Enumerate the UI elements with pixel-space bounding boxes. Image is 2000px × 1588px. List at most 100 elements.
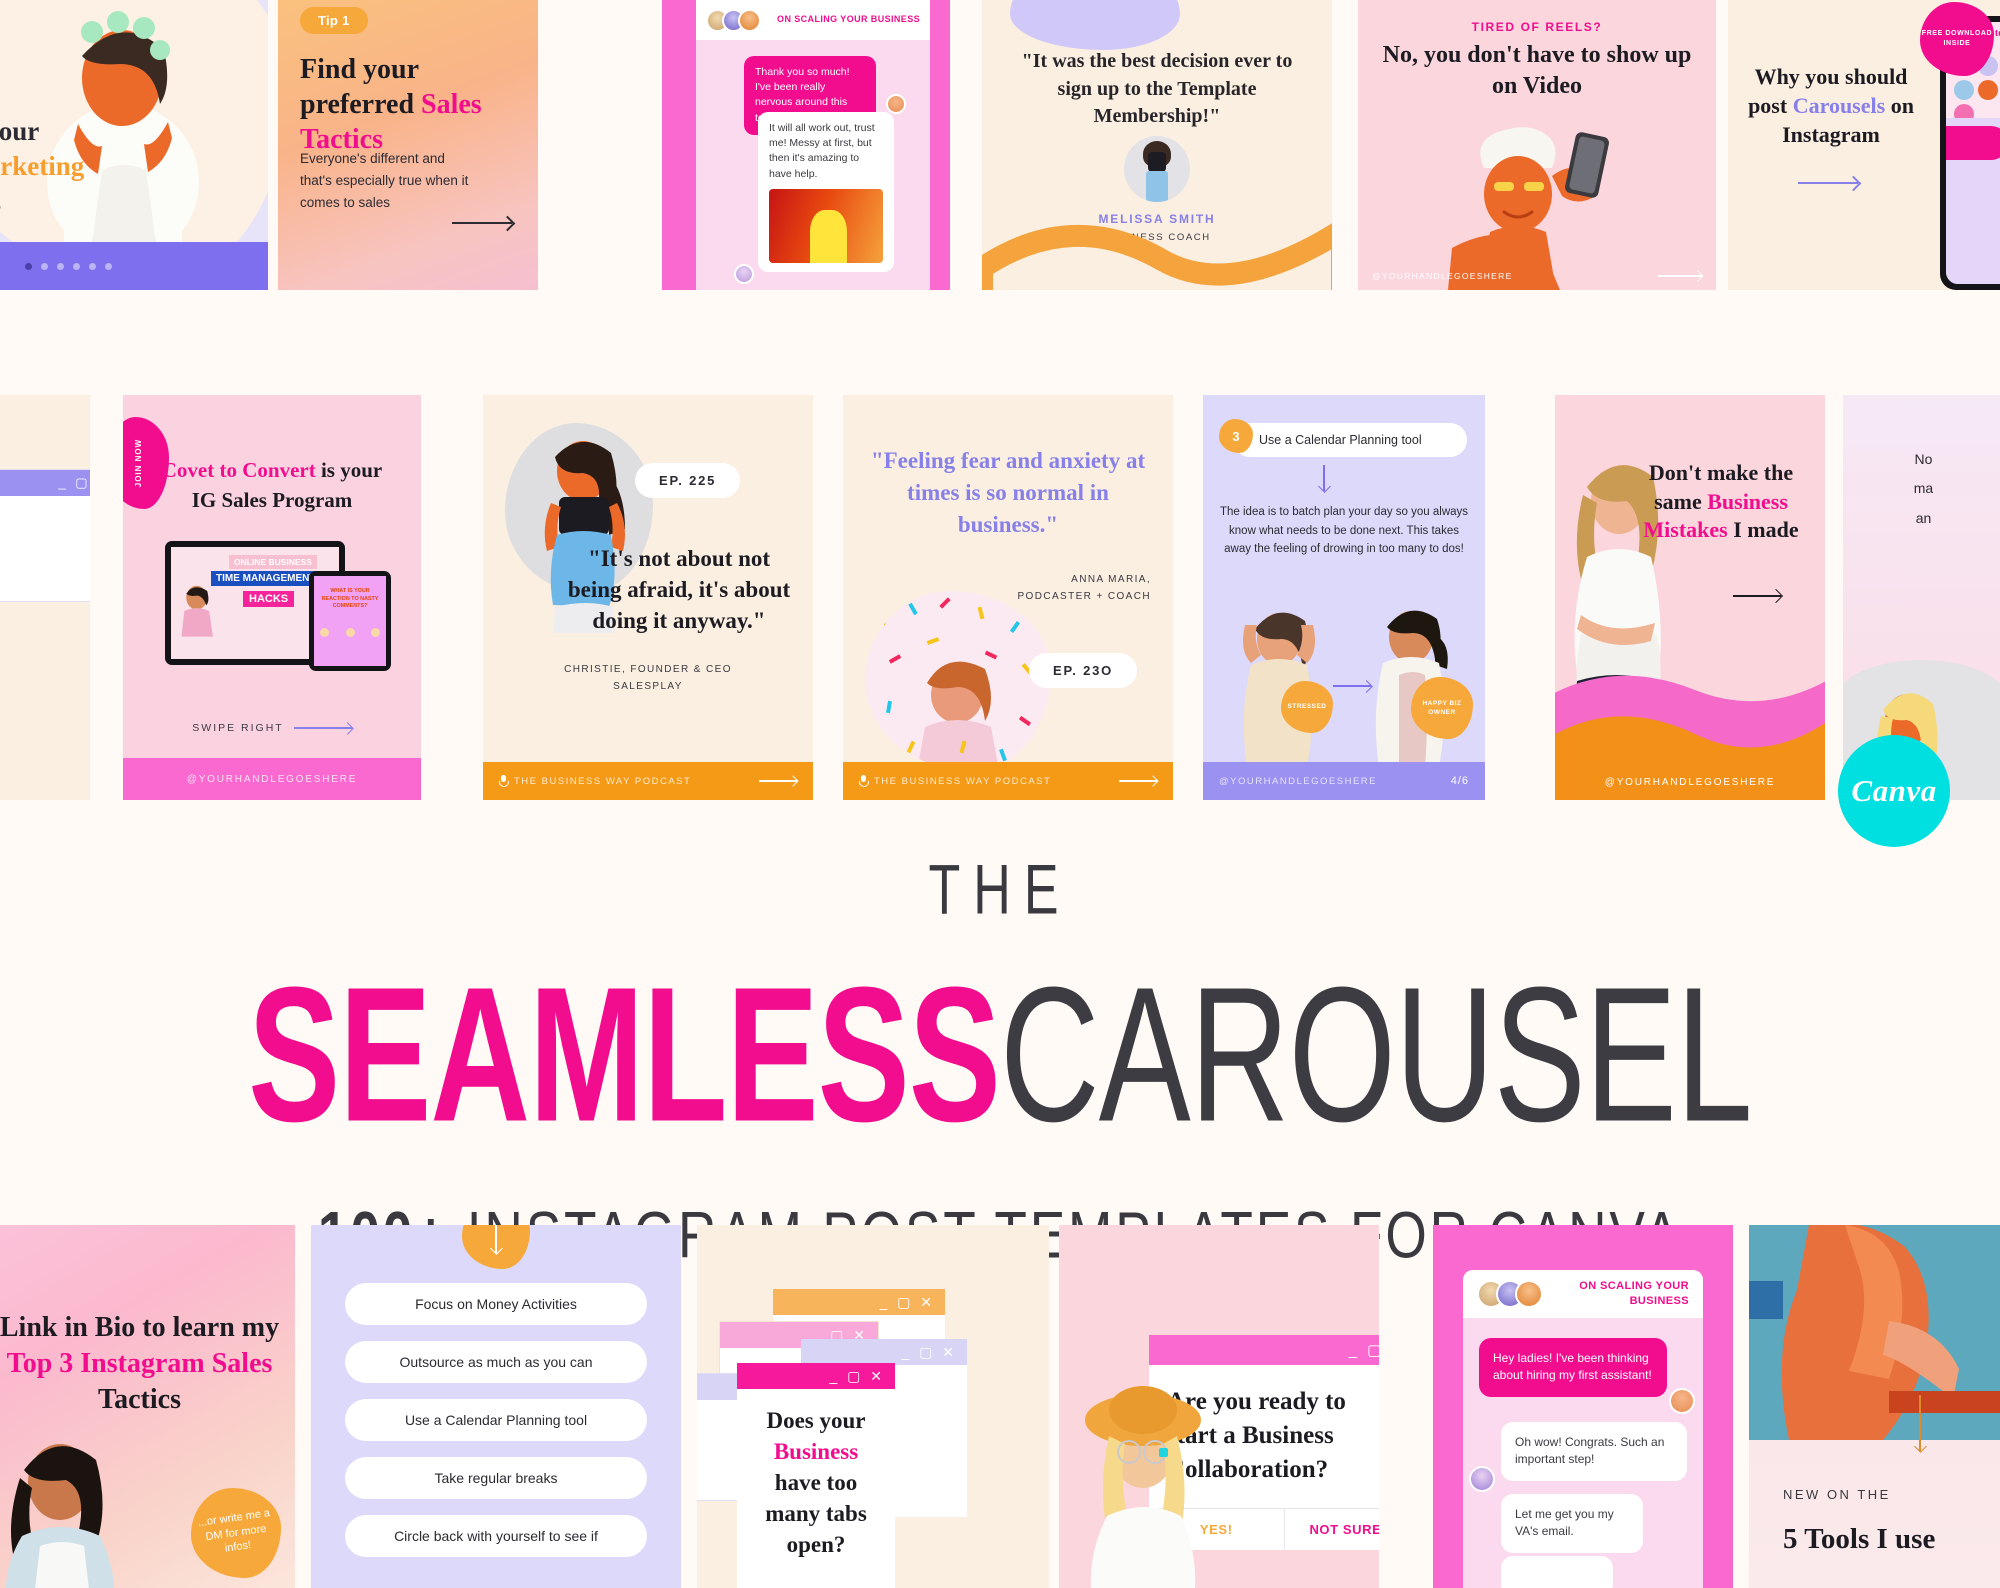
hero-title-accent: SEAMLESS: [248, 946, 1001, 1162]
title-accent: Carousels: [1792, 93, 1886, 119]
podcast-label: THE BUSINESS WAY PODCAST: [514, 775, 692, 787]
canva-badge[interactable]: Canva: [1838, 735, 1950, 847]
byline: CHRISTIE, FOUNDER & CEO SALESPLAY: [564, 664, 732, 692]
carousel-dots[interactable]: [0, 242, 268, 290]
arrow-down-icon: [1323, 465, 1325, 491]
card-body: Everyone's different and that's especial…: [300, 151, 469, 210]
handle-label: @YOURHANDLEGOESHERE: [1372, 271, 1513, 281]
laptop-label-3: HACKS: [243, 591, 295, 607]
card-title: No, you don't have to show up on Video: [1382, 42, 1692, 100]
card-podcast-ep230[interactable]: "Feeling fear and anxiety at times is so…: [843, 395, 1173, 800]
list-item[interactable]: Use a Calendar Planning tool: [345, 1399, 647, 1441]
card-podcast-ep225[interactable]: EP. 225 "It's not about not being afraid…: [483, 395, 813, 800]
step-number: 3: [1232, 428, 1240, 444]
card-chat-scaling[interactable]: ON SCALING YOUR BUSINESS Thank you so mu…: [662, 0, 950, 290]
card-footer-bar: @YOURHANDLEGOESHERE 4/6: [1203, 762, 1485, 800]
card-title: 5 Tools I use: [1783, 1523, 1936, 1555]
episode-badge: EP. 23O: [1029, 653, 1138, 688]
podcast-label: THE BUSINESS WAY PODCAST: [874, 775, 1052, 787]
dot-1[interactable]: [24, 262, 32, 270]
phone-pink-tab: [1946, 126, 2000, 160]
free-download-badge[interactable]: FREE DOWNLOAD INSIDE: [1920, 2, 1994, 76]
card-footer-bar: THE BUSINESS WAY PODCAST: [483, 762, 813, 800]
decorative-blob: [1010, 0, 1180, 50]
avatar: [1515, 1280, 1543, 1308]
chat-image-attachment: [769, 188, 883, 263]
dm-sticker[interactable]: ...or write me a DM for more infos!: [191, 1488, 281, 1578]
laptop-label-1: ONLINE BUSINESS: [229, 555, 317, 569]
card-chat-assistant[interactable]: ON SCALING YOUR BUSINESS Hey ladies! I'v…: [1433, 1225, 1733, 1588]
arrow-down-badge: [462, 1225, 530, 1269]
tablet-dots: [320, 628, 380, 637]
card-reels[interactable]: TIRED OF REELS? No, you don't have to sh…: [1358, 0, 1716, 290]
card-business-collab[interactable]: _ ▢ ✕ Are you ready to start a Business …: [1059, 1225, 1379, 1588]
microphone-icon: [859, 775, 869, 787]
microphone-icon: [499, 775, 509, 787]
card-calendar-tool[interactable]: Use a Calendar Planning tool 3 The idea …: [1203, 395, 1485, 800]
chat-header: ON SCALING YOUR BUSINESS: [1463, 1270, 1703, 1318]
card-kicker: NEW ON THE: [1783, 1487, 1891, 1502]
hero-title-rest: CAROUSEL: [999, 946, 1753, 1162]
card-salon-marketing[interactable]: How to amplify your Salon Marketing in 3…: [0, 0, 268, 290]
card-kicker: TIRED OF REELS?: [1471, 20, 1603, 34]
title-line-2: amplify your: [0, 115, 40, 146]
dot-5[interactable]: [88, 262, 96, 270]
dot-6[interactable]: [104, 262, 112, 270]
chat-sheet: ON SCALING YOUR BUSINESS Thank you so mu…: [696, 0, 930, 290]
arrow-right-icon: [759, 780, 797, 782]
card-sales-tactics[interactable]: Tip 1 Find your preferred Sales Tactics …: [278, 0, 538, 290]
episode-badge: EP. 225: [635, 463, 741, 498]
card-right-partial[interactable]: No ma an: [1843, 395, 2000, 800]
not-sure-button[interactable]: NOT SURE...: [1285, 1509, 1379, 1550]
hero-title: SEAMLESSCAROUSEL: [80, 958, 1920, 1150]
avatar-group: [706, 8, 761, 32]
card-too-many-tabs[interactable]: _ ▢ ✕ _ ▢ ✕ _ ▢ ✕ _ ▢ ✕ Does your Busine…: [697, 1225, 1049, 1588]
card-title: Don't make the same Business Mistakes I …: [1643, 460, 1799, 543]
handle-label: @YOURHANDLEGOESHERE: [1604, 777, 1776, 788]
template-row-top: How to amplify your Salon Marketing in 3…: [0, 0, 2000, 290]
list-item[interactable]: Focus on Money Activities: [345, 1283, 647, 1325]
avatar: [734, 264, 754, 284]
step-number-badge: 3: [1219, 419, 1253, 453]
quote-text: "Feeling fear and anxiety at times is so…: [870, 448, 1146, 538]
card-list-tips[interactable]: Focus on Money Activities Outsource as m…: [311, 1225, 681, 1588]
page-indicator: 4/6: [1450, 775, 1469, 787]
hero-section: THE SEAMLESSCAROUSEL 100+ INSTAGRAM POST…: [0, 820, 2000, 1271]
card-carousels[interactable]: Why you should post Carousels on Instagr…: [1728, 0, 2000, 290]
dot-3[interactable]: [56, 262, 64, 270]
chat-bubble-outgoing: Hey ladies! I've been thinking about hir…: [1479, 1338, 1667, 1397]
chat-sheet: ON SCALING YOUR BUSINESS Hey ladies! I'v…: [1463, 1270, 1703, 1588]
sticker-label: HAPPY BIZ OWNER: [1422, 699, 1462, 716]
arrow-down-icon: [1919, 1395, 1921, 1451]
arrow-right-icon: [1119, 780, 1157, 782]
arrow-down-icon: [495, 1225, 497, 1253]
list-item[interactable]: Circle back with yourself to see if: [345, 1515, 647, 1557]
card-window-partial[interactable]: _ ▢ ✕ your feel. ble.: [0, 395, 90, 800]
card-title: Find your preferred Sales Tactics: [300, 54, 482, 155]
list-item[interactable]: Outsource as much as you can: [345, 1341, 647, 1383]
card-title: Link in Bio to learn my Top 3 Instagram …: [0, 1312, 280, 1415]
card-testimonial[interactable]: "It was the best decision ever to sign u…: [982, 0, 1332, 290]
avatar: [1469, 1466, 1495, 1492]
card-covet-to-convert[interactable]: JOIN NOW Covet to Convert is your IG Sal…: [123, 395, 421, 800]
card-link-in-bio[interactable]: Link in Bio to learn my Top 3 Instagram …: [0, 1225, 295, 1588]
window-controls[interactable]: _ ▢ ✕: [737, 1363, 895, 1389]
arrow-right-icon: [1333, 685, 1371, 687]
window-mock-magenta[interactable]: _ ▢ ✕ Does your Business have too many t…: [737, 1363, 895, 1588]
list-item[interactable]: Take regular breaks: [345, 1457, 647, 1499]
dot-4[interactable]: [72, 262, 80, 270]
avatar-group: [1477, 1280, 1543, 1308]
partial-text: No ma an: [1913, 451, 1934, 526]
step-pill: Use a Calendar Planning tool: [1233, 423, 1467, 457]
tip-badge: Tip 1: [300, 7, 368, 34]
window-controls[interactable]: _ ▢ ✕: [0, 470, 90, 496]
person-photo-confetti: [865, 591, 1051, 771]
card-body: The idea is to batch plan your day so yo…: [1219, 506, 1469, 556]
window-body: Does your Business have too many tabs op…: [765, 1408, 867, 1558]
title-accent: Covet to Convert: [161, 458, 316, 482]
card-business-mistakes[interactable]: Don't make the same Business Mistakes I …: [1555, 395, 1825, 800]
card-5-tools[interactable]: NEW ON THE 5 Tools I use: [1749, 1225, 2000, 1588]
window-controls[interactable]: _ ▢ ✕: [801, 1339, 967, 1365]
dot-2[interactable]: [40, 262, 48, 270]
window-controls[interactable]: _ ▢ ✕: [773, 1289, 945, 1315]
